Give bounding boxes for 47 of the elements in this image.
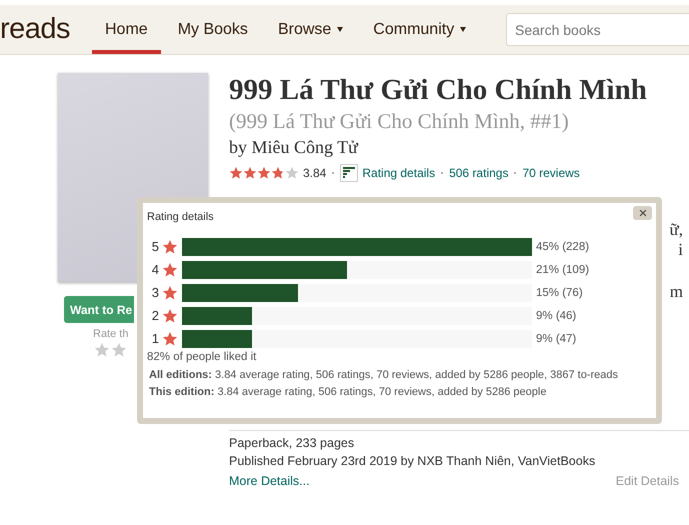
star-icon [162,308,178,324]
nav-link[interactable]: Home [92,5,161,54]
percentage-text: 9% (47) [536,332,576,344]
star-icon [162,284,178,300]
percentage-text: 9% (46) [536,310,576,322]
star-count-label: 4 [150,262,159,277]
percentage-text: 45% (228) [536,240,590,252]
star-count-label: 5 [150,239,159,254]
star-icon [162,330,178,346]
edition-stats: This edition: 3.84 average rating, 506 ratings, 70 reviews, added by 5286 people [149,386,548,398]
star-icon [162,262,178,278]
nav-link[interactable]: My Books [164,5,261,54]
book-title: 999 Lá Thư Gửi Cho Chính Mình [229,73,648,107]
star-icon [162,238,178,254]
rating-details-link[interactable]: Rating details [362,166,436,180]
publication-text: Published February 23rd 2019 by NXB Thanh Niên, VanVietBooks [229,454,596,468]
description-text: m [670,282,684,303]
nav-link[interactable]: Community [360,5,480,54]
ratings-link[interactable]: 506 ratings [449,166,508,180]
close-button[interactable] [633,206,652,220]
percentage-text: 15% (76) [536,286,583,298]
rate-label: Rate th [93,328,128,340]
percentage-text: 21% (109) [536,264,590,276]
popup-title: Rating details [147,211,214,223]
search-field[interactable]: Search books [506,13,689,46]
author-line: by Miêu Công Tử [229,137,360,158]
bar-chart-icon [340,164,358,182]
reviews-link[interactable]: 70 reviews [522,166,580,180]
author-link[interactable]: Miêu Công Tử [252,137,358,157]
close-icon [638,208,648,218]
description-text: ữ, [670,220,684,238]
site-logo[interactable]: reads [0,13,92,46]
more-details-link[interactable]: More Details... [229,474,310,488]
average-rating: 3.84 [303,166,326,180]
nav-link[interactable]: Browse [264,5,356,54]
edition-stats: All editions: 3.84 average rating, 506 ratings, 70 reviews, added by 5286 people, 3867 to-reads [149,369,620,381]
star-count-label: 2 [150,308,159,323]
liked-text: 82% of people liked it [147,351,258,363]
star-icon [271,166,285,180]
star-icon [229,166,243,180]
star-icon [243,166,257,180]
star-count-label: 3 [150,285,159,300]
star-count-label: 1 [150,331,159,346]
format-text: Paperback, 233 pages [229,436,356,450]
star-icon [257,166,271,180]
description-text: i [678,240,684,261]
star-icon [285,166,299,180]
